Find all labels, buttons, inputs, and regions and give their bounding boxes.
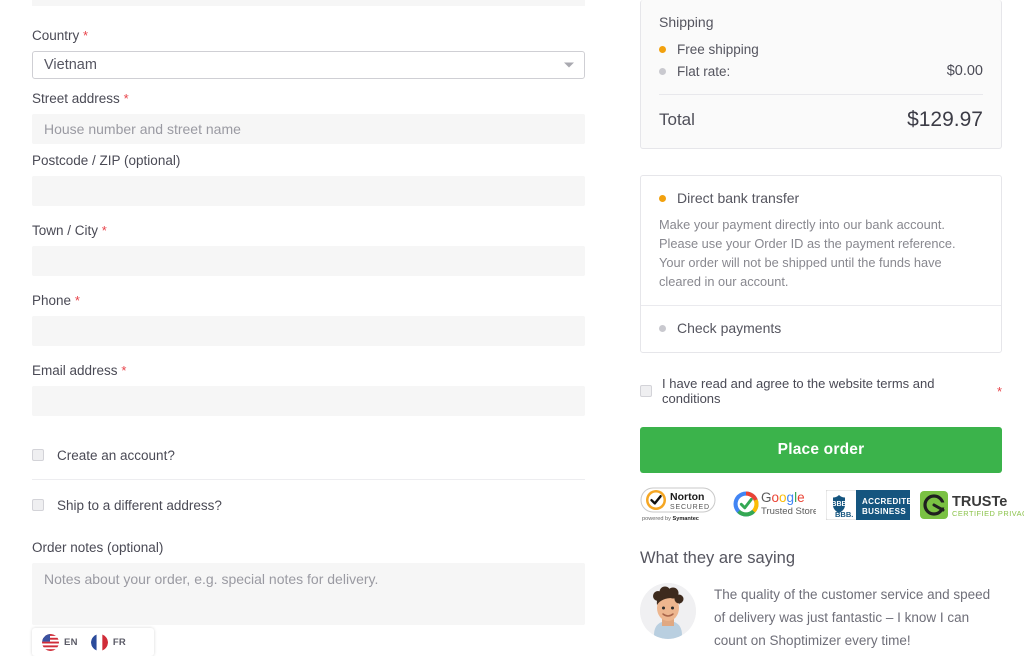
shipping-radio-free-selected[interactable]: [659, 46, 666, 53]
checkout-page: Country * Vietnam Street address * House…: [0, 0, 1024, 656]
terms-checkbox-row[interactable]: I have read and agree to the website ter…: [640, 376, 1002, 406]
email-required-asterisk: *: [121, 363, 126, 378]
shipping-title: Shipping: [659, 0, 983, 39]
svg-text:Trusted Store: Trusted Store: [761, 506, 816, 517]
create-account-checkbox-row[interactable]: Create an account?: [32, 445, 585, 465]
testimonial-item: The quality of the customer service and …: [640, 583, 1002, 652]
payment-radio-check-payments[interactable]: [659, 325, 666, 332]
testimonials-title: What they are saying: [640, 549, 1002, 568]
svg-text:CERTIFIED PRIVACY: CERTIFIED PRIVACY: [952, 509, 1024, 518]
town-city-label: Town / City *: [32, 223, 585, 239]
google-trusted-store-badge: Google Trusted Store: [732, 487, 816, 528]
payment-method-bank-transfer[interactable]: Direct bank transfer Make your payment d…: [641, 176, 1001, 305]
svg-text:BUSINESS: BUSINESS: [862, 507, 906, 516]
terms-label: I have read and agree to the website ter…: [662, 376, 993, 406]
trust-badges: Norton SECURED powered by Symantec: [640, 487, 1002, 528]
payment-radio-bank-transfer-selected[interactable]: [659, 195, 666, 202]
phone-input[interactable]: [32, 316, 585, 346]
order-notes-placeholder: Notes about your order, e.g. special not…: [32, 563, 585, 587]
country-required-asterisk: *: [83, 28, 88, 43]
truste-certified-privacy-badge: TRUSTe CERTIFIED PRIVACY: [920, 489, 1024, 526]
order-notes-label: Order notes (optional): [32, 540, 585, 556]
create-account-label: Create an account?: [57, 448, 175, 463]
shipping-label-flat-rate: Flat rate:: [677, 64, 947, 79]
svg-text:ACCREDITED: ACCREDITED: [862, 497, 910, 506]
shipping-amount-flat-rate: $0.00: [947, 63, 983, 79]
chevron-down-icon: [564, 63, 574, 68]
order-total-label: Total: [659, 110, 695, 130]
email-label-text: Email address: [32, 363, 118, 378]
street-address-placeholder: House number and street name: [32, 114, 585, 144]
language-code-fr: FR: [113, 637, 126, 648]
country-label-text: Country: [32, 28, 79, 43]
order-review-column: Shipping Free shipping Flat rate: $0.00 …: [640, 0, 1002, 652]
ship-different-address-checkbox-row[interactable]: Ship to a different address?: [32, 495, 585, 515]
testimonial-quote: The quality of the customer service and …: [714, 583, 1002, 652]
svg-text:Google: Google: [761, 490, 805, 505]
email-field[interactable]: [32, 386, 585, 416]
order-totals-panel: Shipping Free shipping Flat rate: $0.00 …: [640, 0, 1002, 149]
svg-text:BBB.: BBB.: [835, 510, 853, 519]
svg-text:powered by Symantec: powered by Symantec: [642, 516, 699, 522]
town-city-label-text: Town / City: [32, 223, 98, 238]
payment-label-bank-transfer: Direct bank transfer: [677, 190, 799, 206]
town-city-input[interactable]: [32, 246, 585, 276]
street-address-label-text: Street address: [32, 91, 120, 106]
language-option-fr[interactable]: FR: [91, 634, 126, 651]
country-select[interactable]: Vietnam: [32, 51, 585, 79]
norton-secured-badge: Norton SECURED powered by Symantec: [640, 487, 722, 528]
shipping-label-free: Free shipping: [677, 42, 983, 57]
country-select-value: Vietnam: [33, 57, 97, 73]
payment-method-check-payments[interactable]: Check payments: [641, 306, 1001, 352]
customer-avatar: [640, 583, 696, 639]
create-account-checkbox[interactable]: [32, 449, 44, 461]
street-address-required-asterisk: *: [124, 91, 129, 106]
svg-text:SECURED: SECURED: [670, 504, 710, 511]
language-option-en[interactable]: EN: [42, 634, 78, 651]
payment-methods-panel: Direct bank transfer Make your payment d…: [640, 175, 1002, 353]
order-total-row: Total $129.97: [659, 95, 983, 148]
language-switcher[interactable]: EN FR: [32, 628, 154, 656]
fr-flag-icon: [91, 634, 108, 651]
town-city-required-asterisk: *: [102, 223, 107, 238]
billing-details-form: Country * Vietnam Street address * House…: [32, 0, 585, 625]
bbb-accredited-business-badge: BBB BBB. ACCREDITED BUSINESS: [826, 490, 910, 525]
terms-checkbox[interactable]: [640, 385, 652, 397]
postcode-input[interactable]: [32, 176, 585, 206]
terms-required-asterisk: *: [997, 384, 1002, 399]
phone-label: Phone *: [32, 293, 585, 309]
phone-label-text: Phone: [32, 293, 71, 308]
email-label: Email address *: [32, 363, 585, 379]
ship-different-address-label: Ship to a different address?: [57, 498, 222, 513]
us-flag-icon: [42, 634, 59, 651]
payment-label-check-payments: Check payments: [677, 320, 781, 336]
country-label: Country *: [32, 28, 585, 44]
ship-different-address-checkbox[interactable]: [32, 499, 44, 511]
svg-text:TRUSTe: TRUSTe: [952, 494, 1007, 510]
order-notes-textarea[interactable]: Notes about your order, e.g. special not…: [32, 563, 585, 625]
svg-text:Norton: Norton: [670, 491, 704, 503]
street-address-input[interactable]: House number and street name: [32, 114, 585, 144]
shipping-radio-flat-rate[interactable]: [659, 68, 666, 75]
svg-text:BBB: BBB: [831, 501, 846, 508]
language-code-en: EN: [64, 637, 78, 648]
shipping-method-free[interactable]: Free shipping: [659, 39, 983, 60]
street-address-label: Street address *: [32, 91, 585, 107]
order-total-amount: $129.97: [907, 108, 983, 132]
postcode-label: Postcode / ZIP (optional): [32, 153, 585, 169]
phone-required-asterisk: *: [75, 293, 80, 308]
shipping-method-flat-rate[interactable]: Flat rate: $0.00: [659, 60, 983, 82]
place-order-button[interactable]: Place order: [640, 427, 1002, 473]
payment-description-bank-transfer: Make your payment directly into our bank…: [659, 206, 983, 305]
